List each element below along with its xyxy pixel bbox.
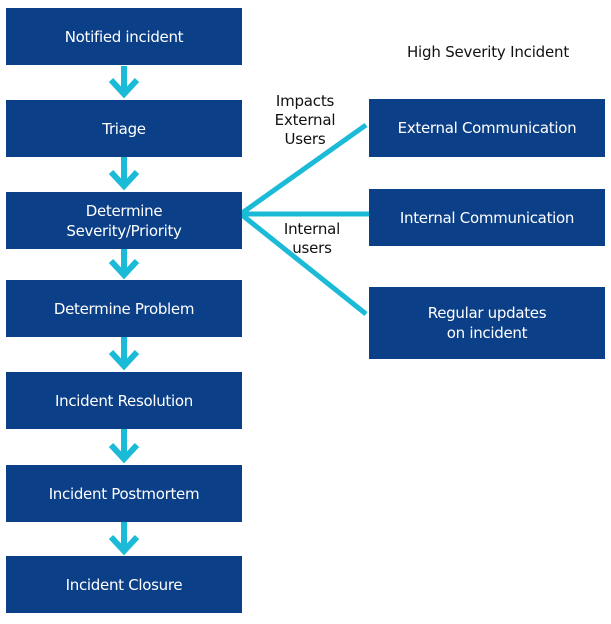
target-label: Regular updates on incident (427, 304, 547, 342)
step-determine-severity-priority[interactable]: Determine Severity/Priority (6, 192, 242, 249)
arrow-down-icon (108, 522, 140, 556)
target-internal-communication[interactable]: Internal Communication (369, 189, 605, 246)
step-notified-incident[interactable]: Notified incident (6, 8, 242, 65)
arrow-down-icon (108, 157, 140, 191)
target-label: External Communication (397, 119, 577, 137)
step-label: Determine Severity/Priority (66, 201, 182, 240)
step-label: Determine Problem (53, 299, 195, 318)
step-label: Incident Closure (65, 575, 183, 594)
step-incident-postmortem[interactable]: Incident Postmortem (6, 465, 242, 522)
step-label: Triage (102, 119, 146, 138)
step-determine-problem[interactable]: Determine Problem (6, 280, 242, 337)
arrow-down-icon (108, 429, 140, 464)
step-label: Notified incident (64, 27, 184, 46)
target-regular-updates[interactable]: Regular updates on incident (369, 287, 605, 359)
branch-title: High Severity Incident (406, 43, 570, 61)
step-label: Incident Postmortem (48, 484, 200, 503)
arrow-down-icon (108, 66, 140, 99)
target-external-communication[interactable]: External Communication (369, 99, 605, 157)
target-label: Internal Communication (399, 208, 575, 227)
step-incident-closure[interactable]: Incident Closure (6, 556, 242, 613)
step-label: Incident Resolution (55, 391, 193, 410)
arrow-down-icon (108, 249, 140, 280)
step-triage[interactable]: Triage (6, 100, 242, 157)
edge-label-external-users: Impacts External Users (274, 92, 336, 148)
step-incident-resolution[interactable]: Incident Resolution (6, 372, 242, 429)
arrow-down-icon (108, 337, 140, 371)
edge-label-internal-users: Internal users (283, 220, 341, 257)
